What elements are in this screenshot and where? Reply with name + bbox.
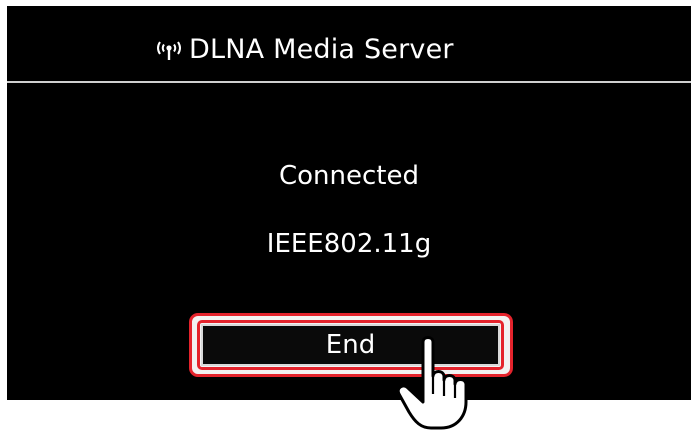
pointing-hand-icon bbox=[393, 332, 489, 432]
screen-title: DLNA Media Server bbox=[189, 34, 454, 65]
wifi-broadcast-icon bbox=[155, 38, 183, 62]
wireless-standard: IEEE802.11g bbox=[266, 229, 432, 259]
connection-status: Connected bbox=[278, 161, 419, 191]
title-bar: DLNA Media Server bbox=[7, 6, 691, 83]
title-group: DLNA Media Server bbox=[155, 32, 454, 68]
